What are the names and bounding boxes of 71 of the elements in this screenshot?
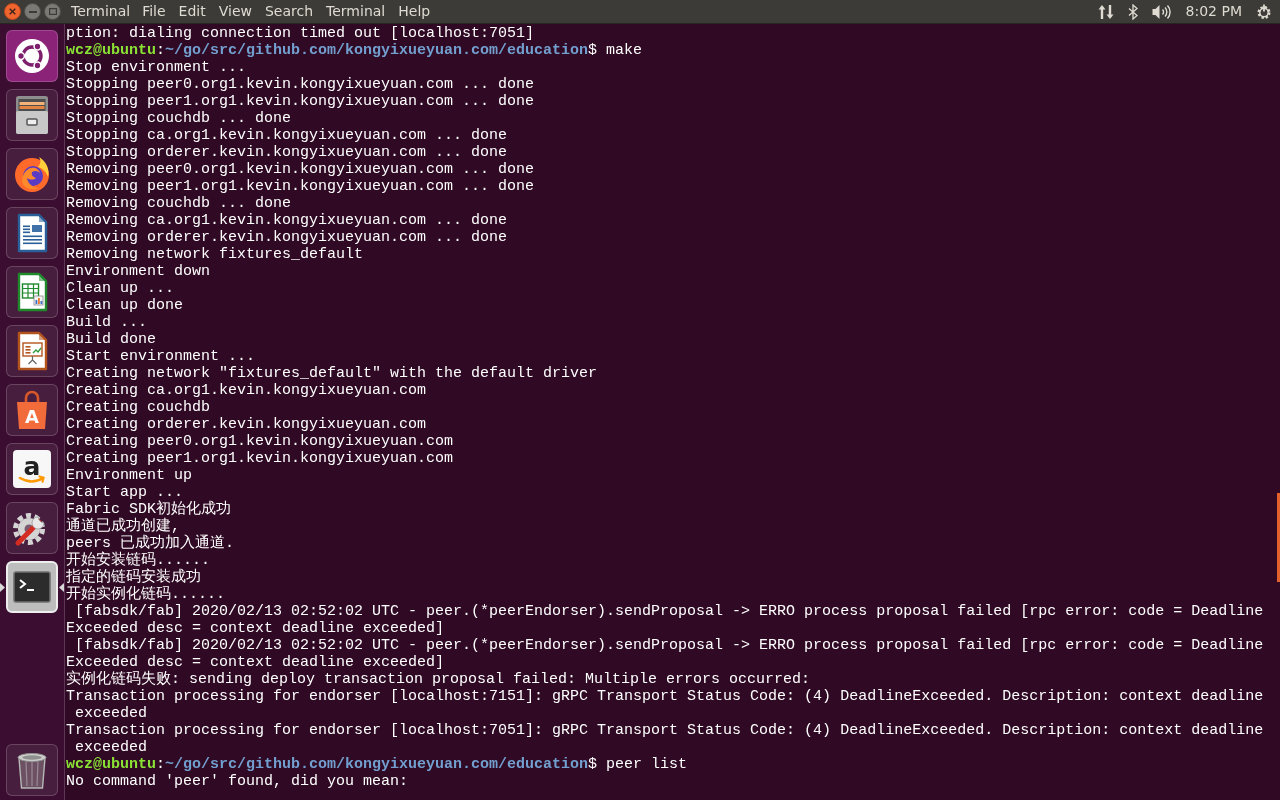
running-arrow-icon [0,582,5,592]
output-line: Transaction processing for endorser [localhost:7051]: gRPC Transport Status Code: (4) DeadlineExceeded. Description: context deadline [66,722,1265,739]
output-line: Creating network "fixtures_default" with the default driver [66,365,599,382]
launcher-button[interactable] [6,561,58,613]
output-line: 开始安装链码...... [66,552,211,569]
output-line: 通道已成功创建, [66,518,180,535]
minimize-icon [28,10,37,13]
menu-item[interactable]: Help [397,1,432,22]
output-line: [fabsdk/fab] 2020/02/13 02:52:02 UTC - peer.(*peerEndorser).sendProposal -> ERRO process proposal failed [rpc error: code = Deadline [74,637,1265,654]
menu-item[interactable]: File [141,1,167,22]
prompt-line: wcz@ubuntu:~/go/src/github.com/kongyixueyuan.com/education$ make [66,42,644,59]
output-line: Stop environment ... [66,59,248,76]
output-line: 指定的链码安装成功 [66,569,202,586]
menu-item[interactable]: Edit [177,1,207,22]
clock-label[interactable]: 8:02 PM [1185,1,1242,22]
launcher-button[interactable]: a [6,443,58,495]
output-line: [fabsdk/fab] 2020/02/13 02:52:02 UTC - peer.(*peerEndorser).sendProposal -> ERRO process proposal failed [rpc error: code = Deadline [74,603,1265,620]
output-line: Stopping couchdb ... done [66,110,293,127]
output-line: Creating ca.org1.kevin.kongyixueyuan.com [66,382,428,399]
output-line: ption: dialing connection timed out [localhost:7051] [66,25,536,42]
output-line: Start app ... [66,484,185,501]
ring-logo-icon [12,36,52,76]
focus-arrow-icon [59,582,64,592]
menu-item[interactable]: Terminal [325,1,387,22]
scrollbar-thumb[interactable] [1277,493,1280,582]
output-line: peers 已成功加入通道. [66,535,235,552]
output-line: No command 'peer' found, did you mean: [66,773,410,790]
output-line: Stopping peer0.org1.kevin.kongyixueyuan.com ... done [66,76,536,93]
output-line: Build done [66,331,157,348]
output-line: Stopping orderer.kevin.kongyixueyuan.com ... done [66,144,509,161]
output-line: Clean up done [66,297,185,314]
network-arrows-icon[interactable] [1097,3,1114,20]
output-line: Transaction processing for endorser [localhost:7151]: gRPC Transport Status Code: (4) DeadlineExceeded. Description: context deadline [66,688,1265,705]
window-title: Terminal [71,2,131,21]
output-line: Creating couchdb [66,399,212,416]
menu-item[interactable]: Search [263,1,315,22]
output-line: Stopping peer1.org1.kevin.kongyixueyuan.com ... done [66,93,536,110]
output-line: Removing orderer.kevin.kongyixueyuan.com ... done [66,229,509,246]
output-line: Creating peer0.org1.kevin.kongyixueyuan.com [66,433,455,450]
output-line: Removing network fixtures_default [66,246,365,263]
output-line: Environment down [66,263,212,280]
bluetooth-icon[interactable] [1127,3,1138,20]
volume-icon[interactable] [1151,3,1172,20]
output-line: Creating orderer.kevin.kongyixueyuan.com [66,416,428,433]
output-line: Environment up [66,467,194,484]
close-button[interactable] [4,3,21,20]
menu-item[interactable]: View [217,1,253,22]
output-line: Removing peer1.org1.kevin.kongyixueyuan.com ... done [66,178,536,195]
maximize-button[interactable] [44,3,61,20]
output-line: Creating peer1.org1.kevin.kongyixueyuan.com [66,450,455,467]
output-line: 实例化链码失败: sending deploy transaction proposal failed: Multiple errors occurred: [66,671,812,688]
close-icon [9,8,16,15]
output-line: Build ... [66,314,148,331]
output-line: Removing peer0.org1.kevin.kongyixueyuan.com ... done [66,161,536,178]
output-line: Stopping ca.org1.kevin.kongyixueyuan.com ... done [66,127,509,144]
output-line: Start environment ... [66,348,257,365]
prompt-line: wcz@ubuntu:~/go/src/github.com/kongyixueyuan.com/education$ peer list [66,756,689,773]
output-line: exceeded [74,705,148,722]
output-line: Removing ca.org1.kevin.kongyixueyuan.com ... done [66,212,509,229]
smile-arrow-logo-icon: a [12,449,52,489]
output-line: Exceeded desc = context deadline exceeded] [66,654,446,671]
maximize-icon [48,8,57,15]
output-line: exceeded [74,739,148,756]
flame-globe-icon [12,154,52,194]
output-line: Clean up ... [66,280,176,297]
minimize-button[interactable] [24,3,41,20]
power-gear-icon[interactable] [1256,3,1272,20]
output-line: 开始实例化链码...... [66,586,226,603]
output-line: Removing couchdb ... done [66,195,293,212]
output-line: Exceeded desc = context deadline exceeded] [66,620,446,637]
output-line: Fabric SDK初始化成功 [66,501,232,518]
